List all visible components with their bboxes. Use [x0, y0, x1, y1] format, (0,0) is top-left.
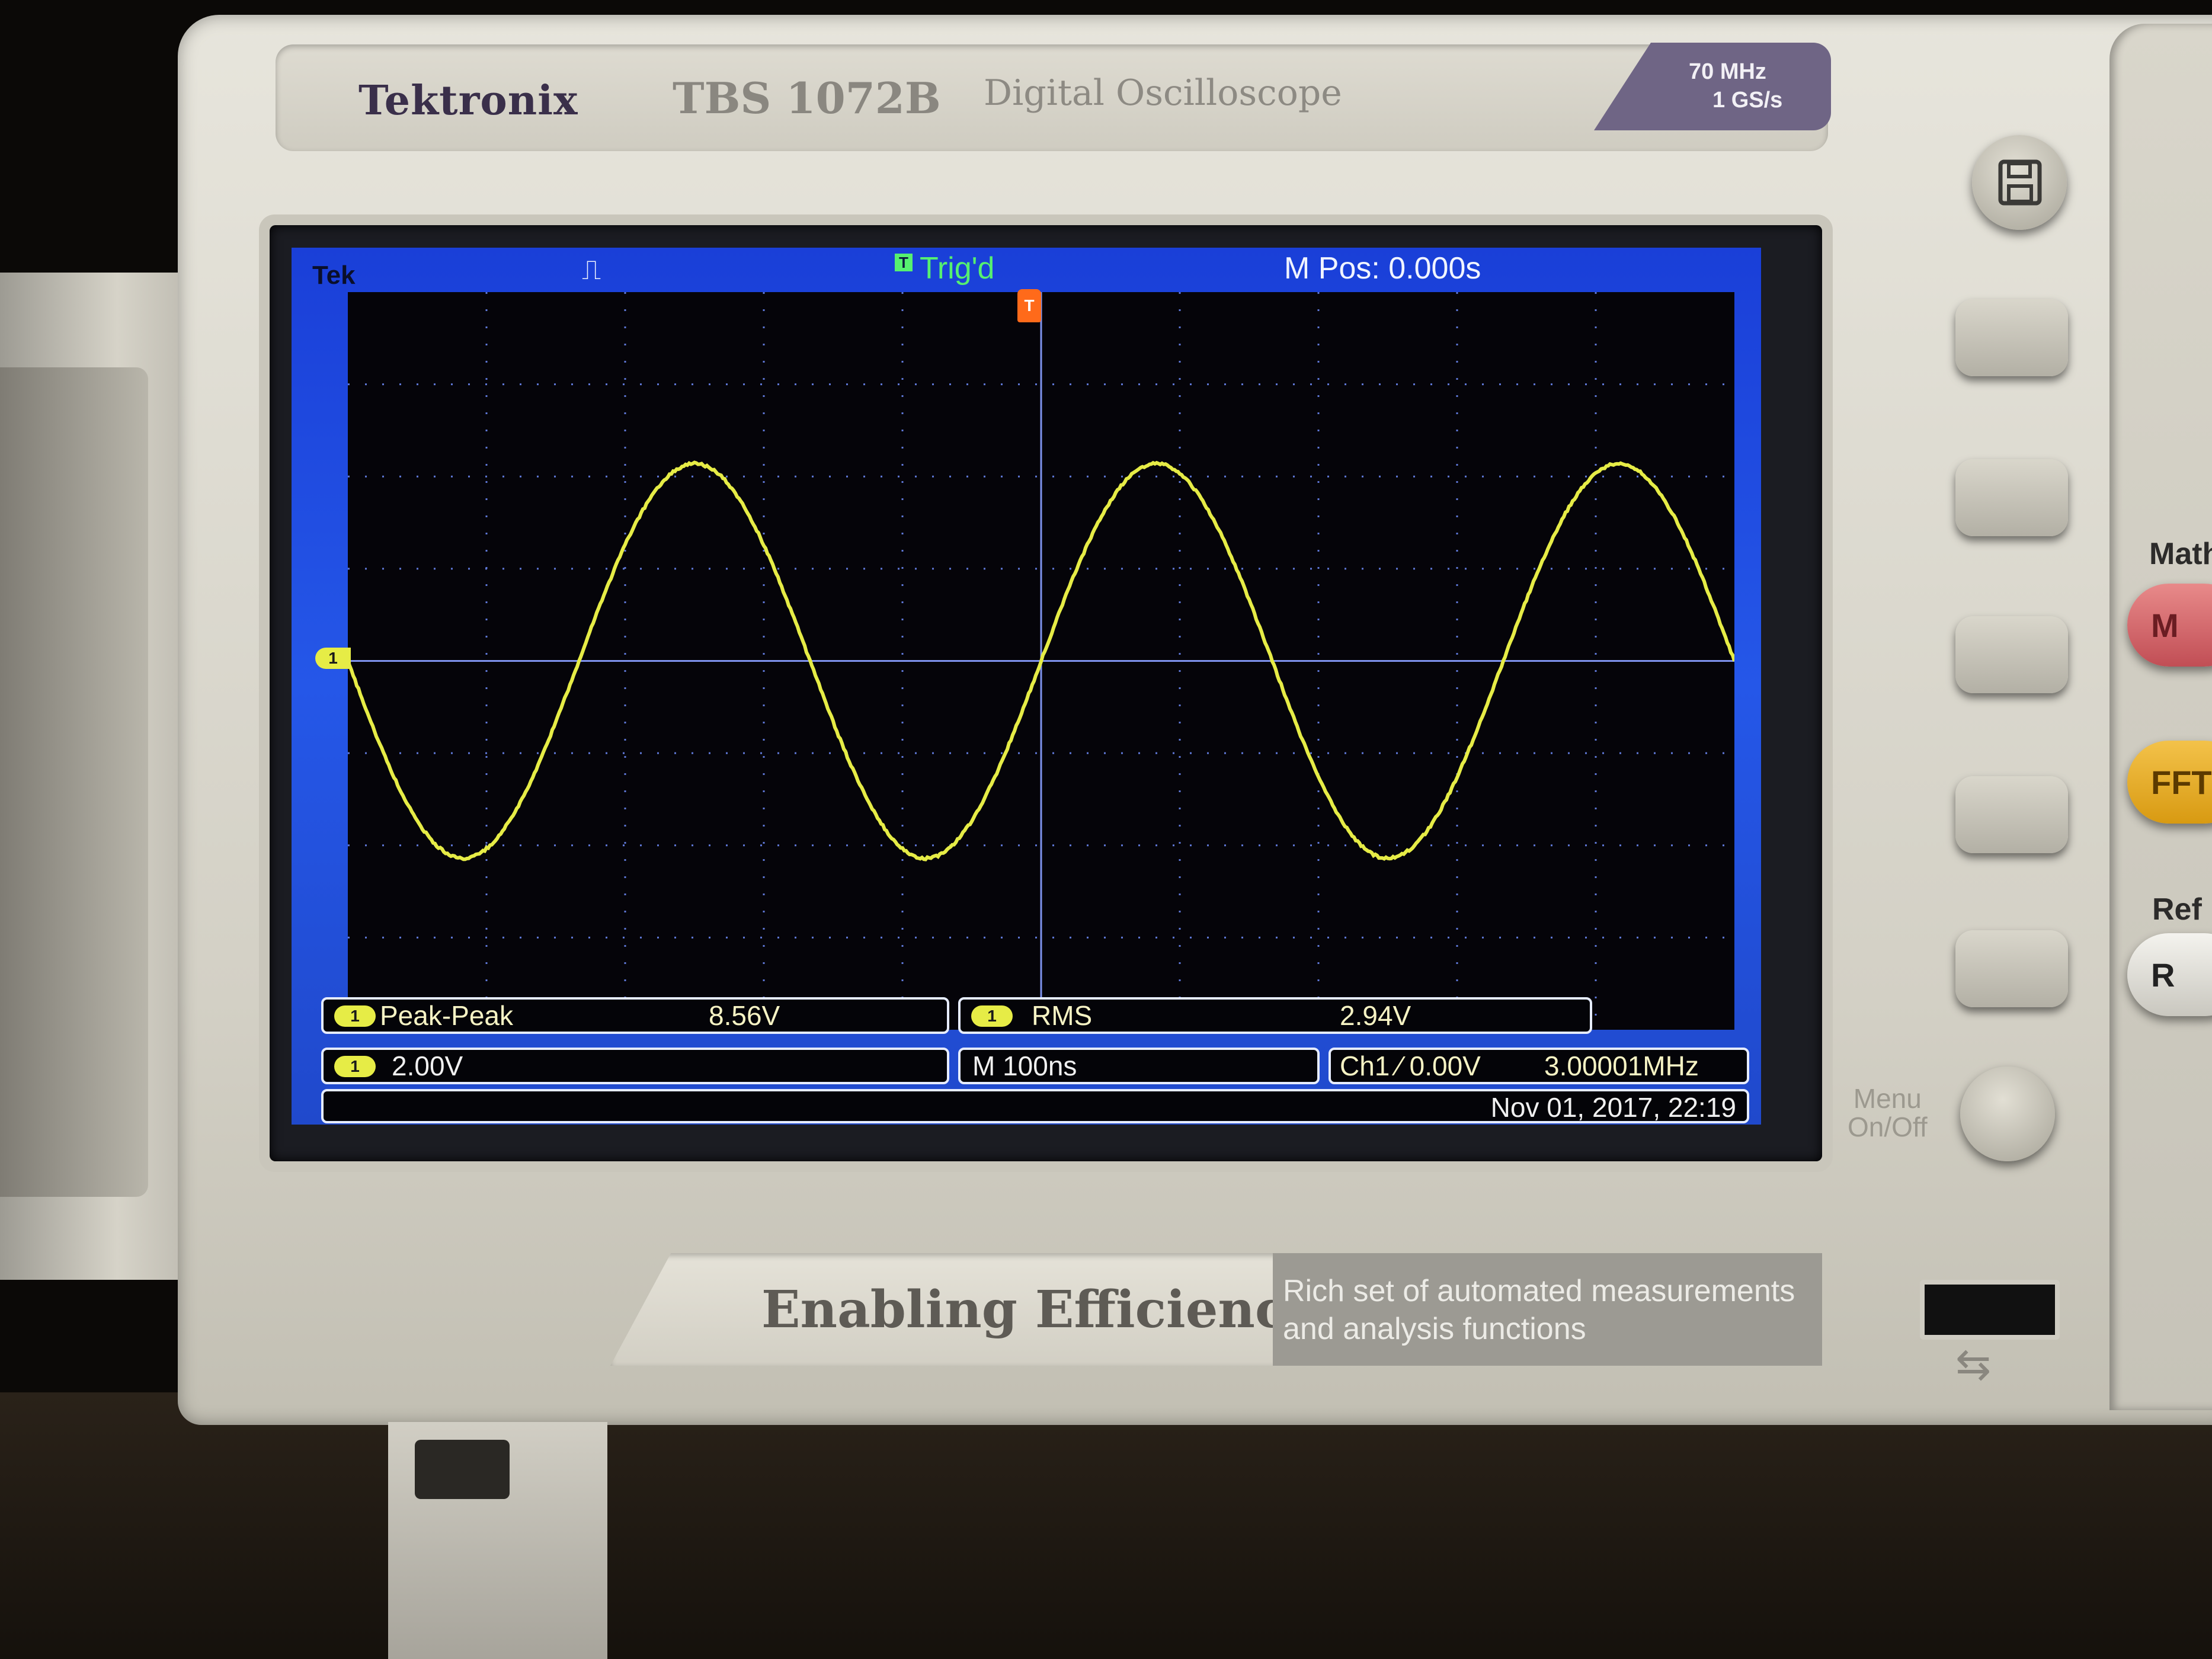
slogan-description-line1: Rich set of automated measurements: [1283, 1272, 1795, 1310]
adjacent-instrument: [0, 273, 196, 1280]
measurement-channel-badge: 1: [971, 1005, 1013, 1027]
ref-label: Ref: [2152, 892, 2202, 927]
frequency-readout: 3.00001MHz: [1544, 1050, 1699, 1082]
option-button-1[interactable]: [1955, 299, 2068, 376]
channel-scale: 1 2.00V: [321, 1048, 949, 1084]
ref-button[interactable]: R: [2127, 933, 2212, 1016]
measurement-name: RMS: [1032, 1000, 1092, 1032]
spec-bandwidth: 70 MHz: [1689, 59, 1766, 85]
trigger-info: Ch1 ⁄ 0.00V: [1340, 1050, 1481, 1082]
oscilloscope-display: Tek ⎍ T Trig'd M Pos: 0.000s 1 T 1 Peak-…: [292, 248, 1761, 1125]
menu-on-off-label: Menu On/Off: [1848, 1084, 1928, 1141]
main-position: M Pos: 0.000s: [1284, 251, 1481, 286]
trigger-readout: Ch1 ⁄ 0.00V 3.00001MHz: [1329, 1048, 1749, 1084]
scale-value: 2.00V: [392, 1050, 463, 1082]
waveform-graticule: [348, 292, 1734, 1030]
brand-logo: Tektronix: [358, 77, 578, 124]
scale-channel-badge: 1: [334, 1056, 376, 1077]
channel-1-ground-marker: 1: [315, 648, 351, 669]
measurement-rms: 1 RMS 2.94V: [958, 997, 1592, 1034]
usb-icon: ⇆: [1955, 1339, 1991, 1389]
usb-port[interactable]: [1920, 1280, 2060, 1340]
measurement-channel-badge: 1: [334, 1005, 376, 1027]
adjacent-instrument-face: [0, 367, 148, 1197]
measurement-value: 8.56V: [709, 1000, 780, 1032]
measurement-peak-peak: 1 Peak-Peak 8.56V: [321, 997, 949, 1034]
option-button-2[interactable]: [1955, 459, 2068, 536]
timebase-value: M 100ns: [972, 1050, 1077, 1082]
option-button-5[interactable]: [1955, 930, 2068, 1007]
timebase: M 100ns: [958, 1048, 1320, 1084]
acquisition-icon: ⎍: [582, 254, 601, 287]
menu-label-line1: Menu: [1848, 1084, 1928, 1113]
option-button-4[interactable]: [1955, 776, 2068, 853]
slogan: Enabling Efficiency: [761, 1280, 1315, 1340]
trigger-position-marker: T: [1017, 289, 1041, 322]
waveform-plot: [348, 292, 1734, 1030]
menu-label-line2: On/Off: [1848, 1113, 1928, 1141]
option-button-3[interactable]: [1955, 616, 2068, 693]
tek-label: Tek: [312, 261, 356, 290]
math-label: Math: [2149, 536, 2212, 572]
front-control-panel: [2109, 24, 2212, 1410]
model-description: Digital Oscilloscope: [984, 72, 1342, 114]
measurement-value: 2.94V: [1340, 1000, 1411, 1032]
menu-on-off-button[interactable]: [1960, 1066, 2055, 1161]
measurement-name: Peak-Peak: [380, 1000, 513, 1032]
model-name: TBS 1072B: [673, 73, 941, 123]
datetime-bar: Nov 01, 2017, 22:19: [321, 1089, 1749, 1123]
foot-latch: [415, 1440, 510, 1499]
floppy-disk-icon: [1972, 135, 2067, 230]
fft-button[interactable]: FFT: [2127, 741, 2212, 824]
math-button[interactable]: M: [2127, 584, 2212, 667]
spec-sample-rate: 1 GS/s: [1712, 88, 1782, 113]
workbench: [0, 1392, 2212, 1659]
datetime: Nov 01, 2017, 22:19: [1491, 1091, 1736, 1123]
slogan-description: Rich set of automated measurements and a…: [1283, 1272, 1795, 1348]
slogan-description-line2: and analysis functions: [1283, 1310, 1795, 1348]
trigger-status-icon: T: [895, 254, 913, 271]
save-button[interactable]: [1972, 135, 2067, 230]
trigger-status: Trig'd: [920, 251, 994, 286]
